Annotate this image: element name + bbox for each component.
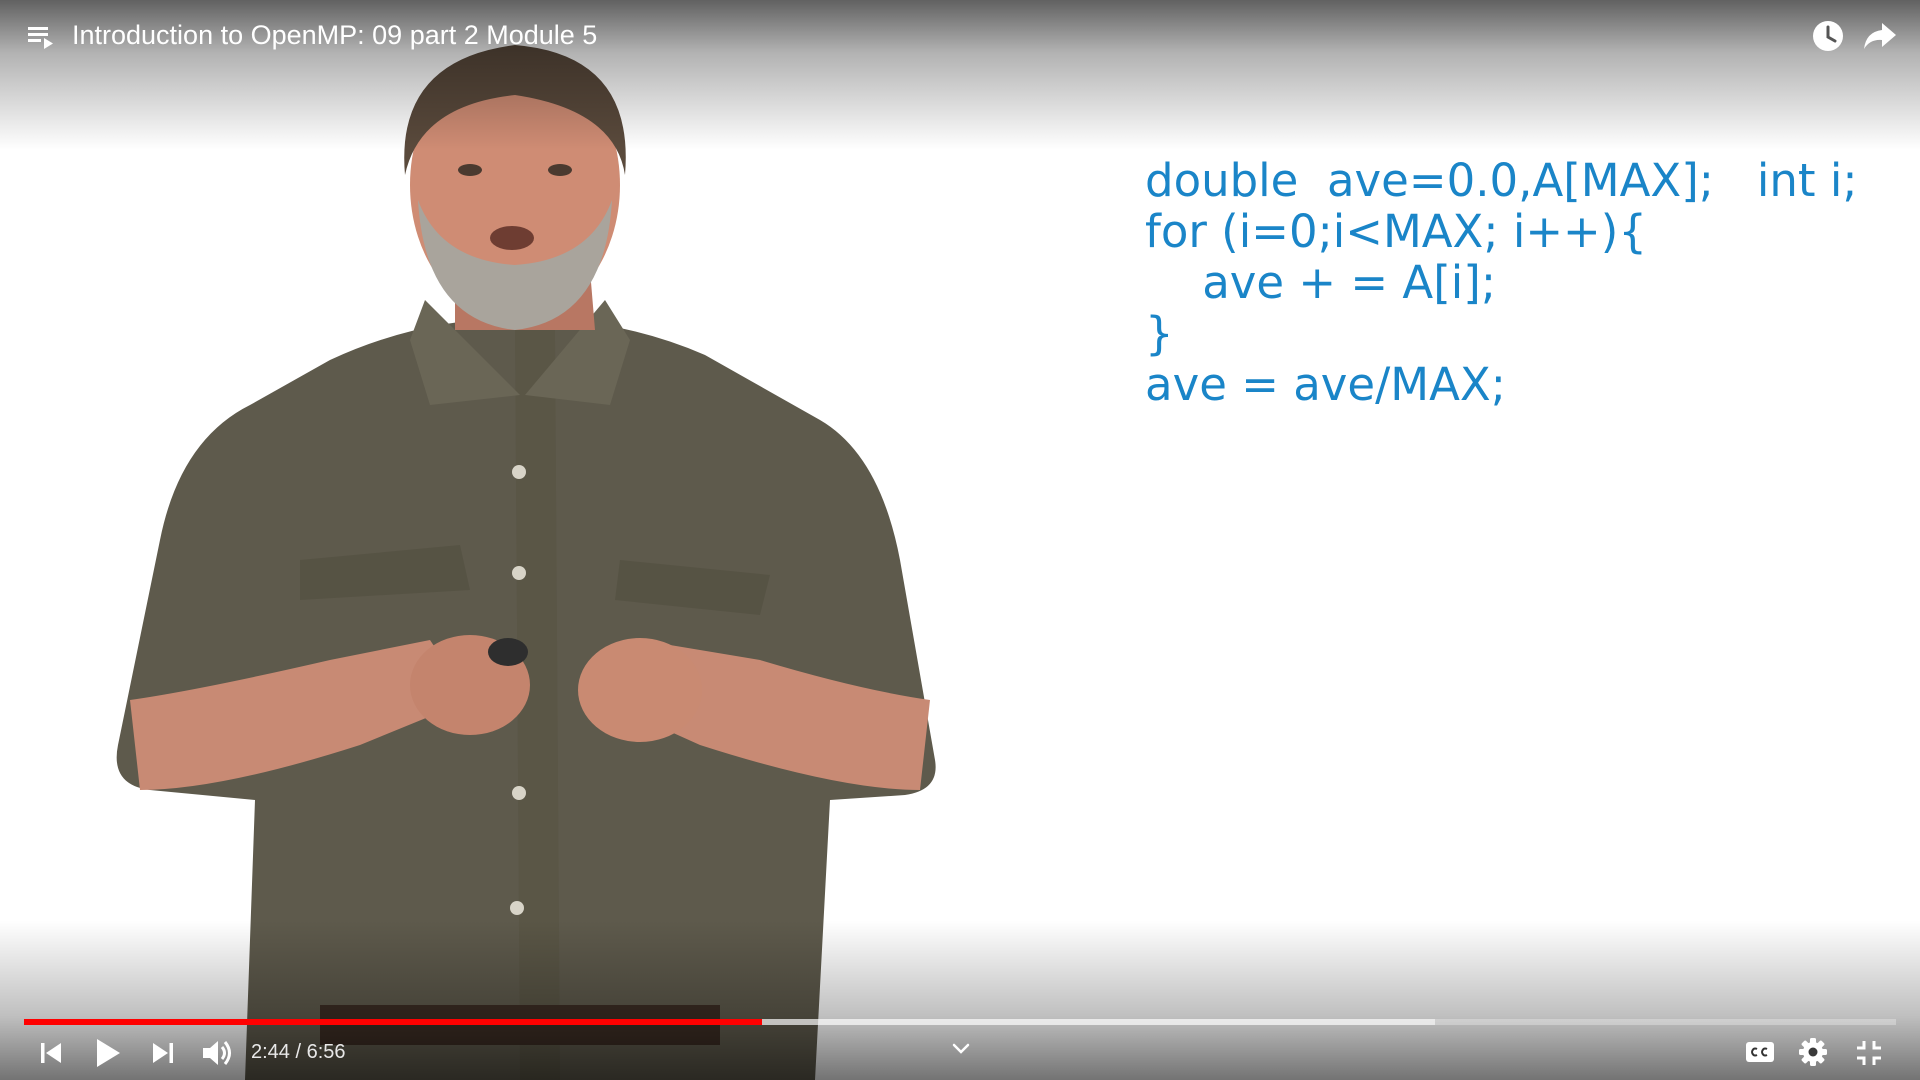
volume-icon [203, 1041, 231, 1065]
code-line: ave = ave/MAX; [1145, 358, 1506, 411]
exit-fullscreen-button[interactable] [1854, 1038, 1884, 1068]
closed-captions-icon [1746, 1042, 1774, 1062]
share-icon[interactable] [1862, 20, 1898, 52]
presenter-figure [116, 45, 936, 1080]
play-button[interactable] [92, 1036, 124, 1070]
previous-button[interactable] [38, 1040, 64, 1066]
exit-fullscreen-icon [1857, 1041, 1881, 1065]
duration: 6:56 [306, 1041, 346, 1063]
code-line: double ave=0.0,A[MAX]; int i; [1145, 154, 1858, 207]
settings-gear-icon [1799, 1038, 1827, 1066]
video-frame[interactable]: double ave=0.0,A[MAX]; int i; for (i=0;i<… [0, 0, 1920, 1080]
code-line: for (i=0;i<MAX; i++){ [1145, 205, 1647, 258]
volume-button[interactable] [200, 1036, 236, 1070]
chevron-down-button[interactable] [950, 1040, 972, 1058]
next-icon [153, 1043, 173, 1063]
next-button[interactable] [150, 1040, 176, 1066]
playlist-icon[interactable] [26, 22, 56, 52]
progress-played [24, 1019, 762, 1025]
progress-bar[interactable] [24, 1019, 1896, 1025]
current-time: 2:44 [251, 1041, 290, 1063]
chevron-down-icon [952, 1043, 970, 1054]
watch-later-icon[interactable] [1810, 18, 1846, 54]
settings-button[interactable] [1798, 1037, 1828, 1067]
slide-code-block: double ave=0.0,A[MAX]; int i; for (i=0;i<… [1145, 155, 1858, 410]
video-player[interactable]: double ave=0.0,A[MAX]; int i; for (i=0;i<… [0, 0, 1920, 1080]
time-display: 2:44 / 6:56 [251, 1040, 346, 1064]
play-icon [97, 1039, 120, 1067]
video-title[interactable]: Introduction to OpenMP: 09 part 2 Module… [72, 18, 597, 52]
code-line: } [1145, 307, 1174, 360]
previous-icon [41, 1043, 61, 1063]
closed-captions-button[interactable] [1745, 1040, 1775, 1064]
code-line: ave + = A[i]; [1145, 256, 1496, 309]
top-bar: Introduction to OpenMP: 09 part 2 Module… [0, 0, 1920, 70]
time-separator: / [289, 1041, 307, 1063]
